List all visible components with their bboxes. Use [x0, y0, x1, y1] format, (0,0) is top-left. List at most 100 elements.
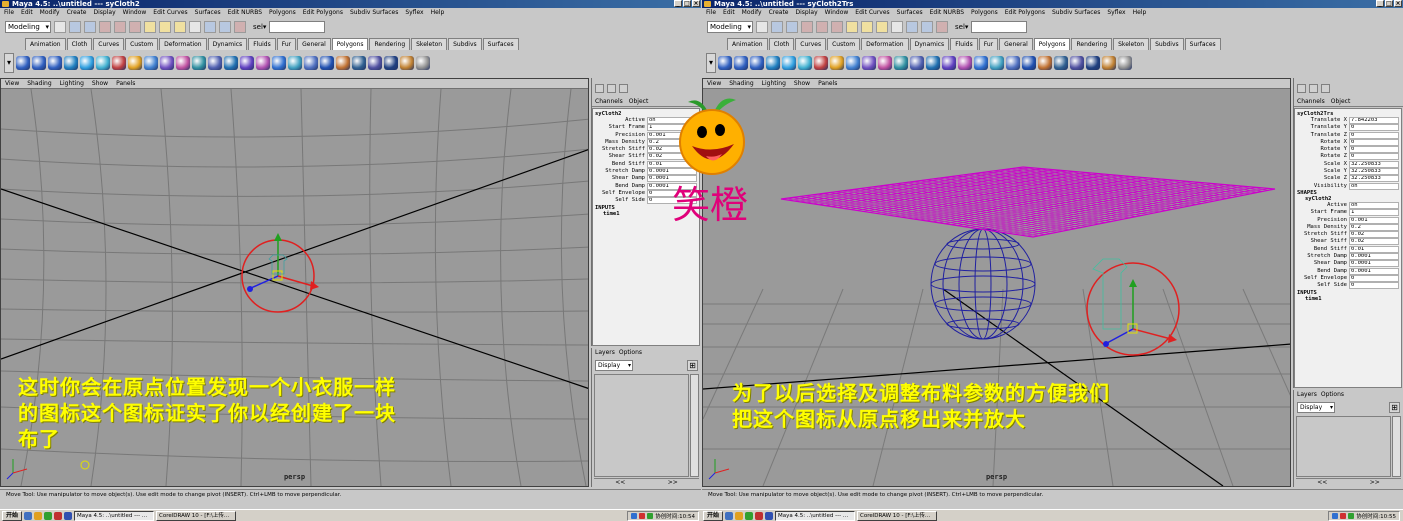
shelf-tool-icon[interactable] [208, 56, 222, 70]
channel-value-field[interactable]: 0.02 [1349, 238, 1399, 246]
channel-name[interactable]: Mass Density [1297, 224, 1349, 231]
channel-name[interactable]: Self Side [1297, 282, 1349, 289]
shelf-tab-skeleton[interactable]: Skeleton [1113, 38, 1150, 50]
select-object-icon[interactable] [816, 21, 828, 33]
shelf-tab-fur[interactable]: Fur [276, 38, 297, 50]
channel-menu-channels[interactable]: Channels [595, 98, 623, 106]
shelf-tool-icon[interactable] [64, 56, 78, 70]
shelf-tab-subdivs[interactable]: Subdivs [448, 38, 482, 50]
layer-list[interactable] [1296, 416, 1391, 477]
menu-help[interactable]: Help [1133, 8, 1147, 17]
shelf-tool-icon[interactable] [1038, 56, 1052, 70]
ipr-icon[interactable] [219, 21, 231, 33]
tray-network-icon[interactable] [1332, 512, 1339, 519]
shelf-tab-general[interactable]: General [297, 38, 331, 50]
channel-name[interactable]: Bend Damp [1297, 268, 1349, 275]
shelf-tab-cloth[interactable]: Cloth [768, 38, 795, 50]
menu-window[interactable]: Window [123, 8, 147, 17]
shelf-tool-icon[interactable] [416, 56, 430, 70]
shelf-tab-fur[interactable]: Fur [978, 38, 999, 50]
channel-name[interactable]: Scale Y [1297, 168, 1349, 175]
channel-name[interactable]: Scale Z [1297, 175, 1349, 182]
channel-value-field[interactable]: 0.0001 [1349, 267, 1399, 275]
channel-value-field[interactable]: 0.01 [1349, 245, 1399, 253]
shelf-tool-icon[interactable] [48, 56, 62, 70]
task-coreldraw[interactable]: CorelDRAW 10 - [F:\上传... [857, 510, 938, 521]
shelf-tool-icon[interactable] [878, 56, 892, 70]
menu-polygons[interactable]: Polygons [269, 8, 296, 17]
select-component-icon[interactable] [129, 21, 141, 33]
channel-value-field[interactable]: 0.0001 [647, 175, 697, 183]
shelf-tab-curves[interactable]: Curves [93, 38, 125, 50]
layers-menu-options[interactable]: Options [619, 348, 642, 358]
layers-menu-options[interactable]: Options [1321, 390, 1344, 400]
shelf-tab-cloth[interactable]: Cloth [66, 38, 93, 50]
menu-syflex[interactable]: Syflex [405, 8, 423, 17]
menu-surfaces[interactable]: Surfaces [195, 8, 221, 17]
quicklaunch-desktop-icon[interactable] [64, 511, 73, 520]
shelf-tool-icon[interactable] [368, 56, 382, 70]
channel-value-field[interactable]: 0 [1349, 282, 1399, 290]
shelf-tab-general[interactable]: General [999, 38, 1033, 50]
shelf-tool-icon[interactable] [128, 56, 142, 70]
shelf-tab-animation[interactable]: Animation [25, 38, 66, 50]
shelf-tool-icon[interactable] [1118, 56, 1132, 70]
menu-edit-polygons[interactable]: Edit Polygons [1005, 8, 1045, 17]
shelf-tool-icon[interactable] [160, 56, 174, 70]
shelf-tool-icon[interactable] [974, 56, 988, 70]
new-layer-icon[interactable]: ⊞ [1389, 402, 1400, 413]
menu-polygons[interactable]: Polygons [971, 8, 998, 17]
channel-name[interactable]: Shear Stiff [1297, 238, 1349, 245]
render-icon[interactable] [906, 21, 918, 33]
menu-create[interactable]: Create [67, 8, 87, 17]
menu-subdiv-surfaces[interactable]: Subdiv Surfaces [350, 8, 398, 17]
channel-value-field[interactable]: 0.02 [1349, 231, 1399, 239]
channel-box-mode-icon[interactable] [595, 83, 604, 93]
shelf-tool-icon[interactable] [304, 56, 318, 70]
channel-name[interactable]: Stretch Stiff [1297, 231, 1349, 238]
new-scene-icon[interactable] [54, 21, 66, 33]
select-hierarchy-icon[interactable] [99, 21, 111, 33]
shelf-tab-deformation[interactable]: Deformation [159, 38, 207, 50]
channel-name[interactable]: Active [1297, 202, 1349, 209]
quick-selection-input[interactable] [971, 21, 1028, 33]
shelf-tool-icon[interactable] [814, 56, 828, 70]
channel-name[interactable]: Self Envelope [1297, 275, 1349, 282]
menu-subdiv-surfaces[interactable]: Subdiv Surfaces [1052, 8, 1100, 17]
panel-menu-view[interactable]: View [5, 79, 19, 88]
render-globals-icon[interactable] [234, 21, 246, 33]
menu-modify[interactable]: Modify [40, 8, 60, 17]
channel-value-field[interactable]: 0.001 [1349, 216, 1399, 224]
channel-value-field[interactable]: 0.0001 [647, 168, 697, 176]
channel-name[interactable]: Rotate X [1297, 139, 1349, 146]
channel-name[interactable]: Rotate Y [1297, 146, 1349, 153]
shelf-tool-icon[interactable] [400, 56, 414, 70]
tray-im-icon[interactable] [1348, 512, 1355, 519]
select-component-icon[interactable] [831, 21, 843, 33]
quicklaunch-app-icon[interactable] [44, 511, 53, 520]
channel-name[interactable]: Rotate Z [1297, 153, 1349, 160]
channel-menu-channels[interactable]: Channels [1297, 98, 1325, 106]
shelf-tool-icon[interactable] [352, 56, 366, 70]
shelf-tool-icon[interactable] [846, 56, 860, 70]
shelf-tool-icon[interactable] [384, 56, 398, 70]
tray-antivirus-icon[interactable] [1340, 512, 1347, 519]
panel-menu-lighting[interactable]: Lighting [60, 79, 84, 88]
channel-value-field[interactable]: on [647, 117, 697, 124]
shelf-tool-icon[interactable] [224, 56, 238, 70]
shelf-tab-rendering[interactable]: Rendering [1071, 38, 1113, 50]
save-scene-icon[interactable] [786, 21, 798, 33]
channel-name[interactable]: Stretch Stiff [595, 146, 647, 153]
panel-menu-lighting[interactable]: Lighting [762, 79, 786, 88]
channel-name[interactable]: Bend Stiff [1297, 246, 1349, 253]
channel-value-field[interactable]: 0 [1349, 153, 1399, 161]
shelf-tool-icon[interactable] [862, 56, 876, 70]
channel-value-field[interactable]: 0 [647, 197, 697, 205]
channel-name[interactable]: Start Frame [595, 124, 647, 131]
mode-selector[interactable]: Modeling [707, 21, 753, 33]
shelf-tool-icon[interactable] [256, 56, 270, 70]
snap-curve-icon[interactable] [159, 21, 171, 33]
task-maya[interactable]: Maya 4.5: ..\untitled --- ... [74, 510, 155, 521]
minimize-button[interactable]: _ [1376, 0, 1384, 7]
panel-menu-show[interactable]: Show [92, 79, 108, 88]
